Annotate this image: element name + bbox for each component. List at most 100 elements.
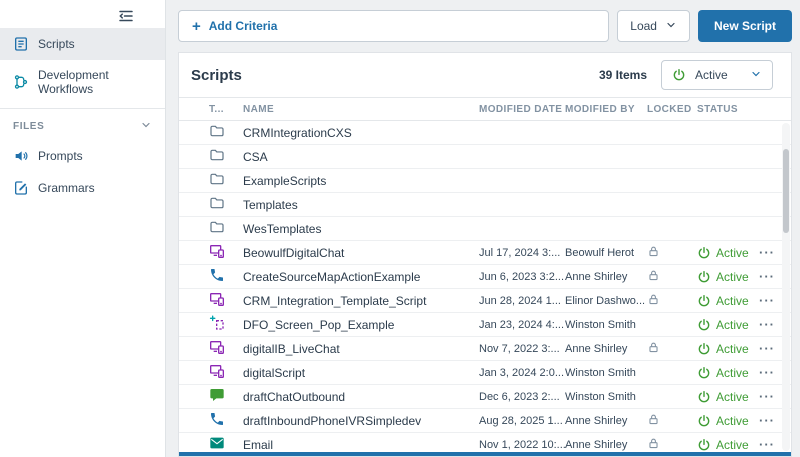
phone-icon [209,267,225,283]
modified-by: Beowulf Herot [565,247,647,259]
column-locked[interactable]: LOCKED [647,104,697,115]
folder-icon [209,123,225,139]
modified-by: Winston Smith [565,391,647,403]
status-text: Active [716,270,749,284]
modified-by: Anne Shirley [565,439,647,451]
row-menu-button[interactable]: ··· [759,317,775,332]
table-row[interactable]: BeowulfDigitalChat Jul 17, 2024 3:... Be… [179,241,791,265]
sidebar-item-grammars[interactable]: Grammars [0,172,165,204]
folder-icon [209,147,225,163]
table-row[interactable]: DFO_Screen_Pop_Example Jan 23, 2024 4:..… [179,313,791,337]
sidebar-item-prompts[interactable]: Prompts [0,140,165,172]
table-row[interactable]: CreateSourceMapActionExample Jun 6, 2023… [179,265,791,289]
load-label: Load [630,19,657,33]
table-row[interactable]: CRMIntegrationCXS [179,121,791,145]
power-icon [697,366,711,380]
row-menu-button[interactable]: ··· [759,293,775,308]
power-icon [697,246,711,260]
main-content: + Add Criteria Load New Script Scripts 3… [166,0,800,457]
chevron-down-icon [750,68,762,83]
table-row[interactable]: WesTemplates [179,217,791,241]
status-text: Active [716,414,749,428]
chat-icon [209,387,225,403]
table-row[interactable]: draftChatOutbound Dec 6, 2023 2:... Wins… [179,385,791,409]
files-section-header[interactable]: FILES [0,111,165,140]
lock-icon [647,293,660,306]
status-text: Active [716,318,749,332]
row-menu-button[interactable]: ··· [759,245,775,260]
column-type[interactable]: T... [209,104,243,115]
vertical-scrollbar[interactable] [782,123,790,451]
status-text: Active [716,438,749,452]
collapse-sidebar-icon[interactable] [117,7,135,25]
row-menu-button[interactable]: ··· [759,389,775,404]
table-row[interactable]: Templates [179,193,791,217]
scripts-icon [13,36,29,52]
column-modified-date[interactable]: MODIFIED DATE [479,104,565,115]
digital-chat-icon [209,339,225,355]
table-row[interactable]: draftInboundPhoneIVRSimpledev Aug 28, 20… [179,409,791,433]
modified-date: Jan 23, 2024 4:... [479,319,565,331]
modified-by: Winston Smith [565,367,647,379]
sidebar-item-development-workflows[interactable]: Development Workflows [0,60,165,104]
table-row[interactable]: CRM_Integration_Template_Script Jun 28, … [179,289,791,313]
sidebar-item-label: Scripts [38,37,75,51]
modified-date: Jul 17, 2024 3:... [479,247,565,259]
lock-icon [647,245,660,258]
toolbar: + Add Criteria Load New Script [178,10,792,42]
modified-date: Jun 28, 2024 1... [479,295,565,307]
email-icon [209,435,225,451]
prompts-icon [13,148,29,164]
script-name: DFO_Screen_Pop_Example [243,318,479,332]
sidebar-item-label: Development Workflows [38,68,152,96]
table-row[interactable]: CSA [179,145,791,169]
sidebar-item-label: Prompts [38,149,83,163]
status-cell: Active [697,246,759,260]
new-script-button[interactable]: New Script [698,10,792,42]
lock-icon [647,413,660,426]
script-name: CRMIntegrationCXS [243,126,479,140]
modified-by: Elinor Dashwo... [565,295,647,307]
phone-icon [209,411,225,427]
modified-date: Jan 3, 2024 2:0... [479,367,565,379]
load-button[interactable]: Load [617,10,690,42]
panel-title: Scripts [191,67,599,84]
status-cell: Active [697,294,759,308]
table-row[interactable]: digitalIB_LiveChat Nov 7, 2022 3:... Ann… [179,337,791,361]
row-menu-button[interactable]: ··· [759,413,775,428]
sidebar-item-scripts[interactable]: Scripts [0,28,165,60]
row-menu-button[interactable]: ··· [759,341,775,356]
status-text: Active [716,294,749,308]
row-menu-button[interactable]: ··· [759,269,775,284]
status-text: Active [716,342,749,356]
column-status[interactable]: STATUS [697,104,759,115]
files-section-label: FILES [13,121,44,132]
table-row[interactable]: digitalScript Jan 3, 2024 2:0... Winston… [179,361,791,385]
add-criteria-button[interactable]: + Add Criteria [178,10,609,42]
column-modified-by[interactable]: MODIFIED BY [565,104,647,115]
digital-chat-icon [209,363,225,379]
lock-icon [647,437,660,450]
script-name: Templates [243,198,479,212]
power-icon [697,438,711,452]
table-row[interactable]: ExampleScripts [179,169,791,193]
status-text: Active [716,246,749,260]
items-count: 39 Items [599,68,647,82]
status-text: Active [716,390,749,404]
power-icon [697,390,711,404]
grammars-icon [13,180,29,196]
plus-icon: + [192,19,201,34]
scripts-panel: Scripts 39 Items Active T... NAME MODIFI… [178,52,792,457]
row-menu-button[interactable]: ··· [759,365,775,380]
row-menu-button[interactable]: ··· [759,437,775,452]
column-name[interactable]: NAME [243,104,479,115]
status-cell: Active [697,390,759,404]
status-filter-dropdown[interactable]: Active [661,60,773,90]
script-name: Email [243,438,479,452]
scrollbar-thumb[interactable] [783,149,789,233]
folder-icon [209,219,225,235]
script-name: draftInboundPhoneIVRSimpledev [243,414,479,428]
sidebar-divider [0,108,165,109]
screen-pop-icon [209,315,225,331]
modified-date: Jun 6, 2023 3:2... [479,271,565,283]
